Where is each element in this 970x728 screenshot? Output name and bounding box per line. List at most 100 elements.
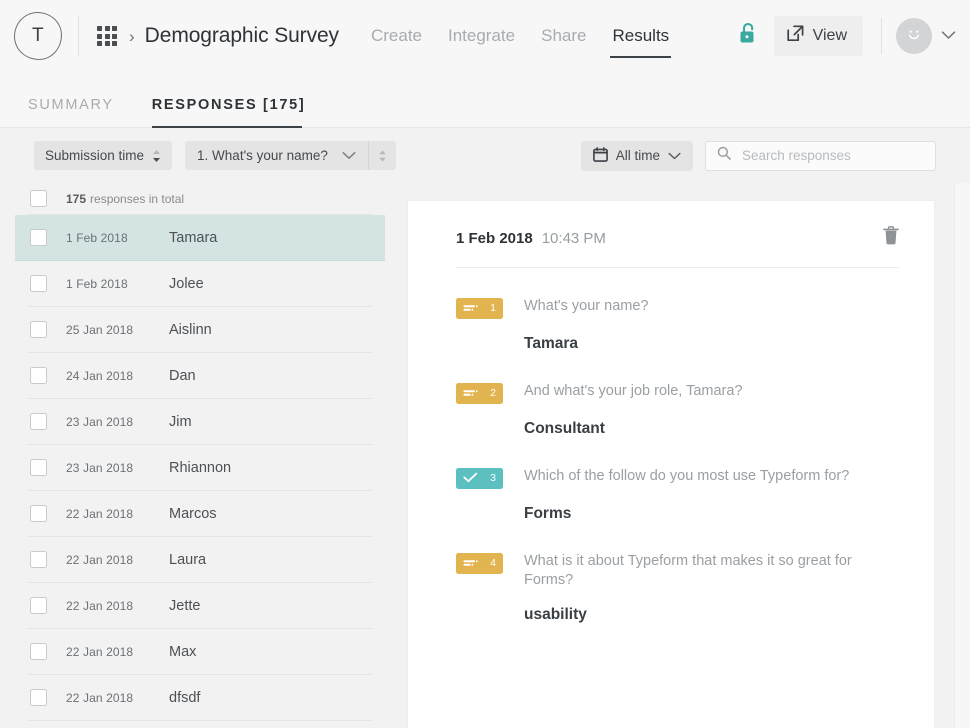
top-header-bar: T › Demographic Survey Create Integrate … — [0, 0, 970, 72]
row-checkbox[interactable] — [30, 367, 47, 384]
logo-letter: T — [32, 25, 44, 47]
trash-icon[interactable] — [883, 226, 899, 250]
question-badge-short-text: 2 — [456, 383, 503, 404]
short-text-icon — [463, 300, 478, 318]
response-detail-pane: 1 Feb 2018 10:43 PM 1 What's your name? … — [385, 183, 970, 728]
qa-question-row: 1 What's your name? — [456, 297, 899, 319]
row-checkbox[interactable] — [30, 505, 47, 522]
table-row[interactable]: 23 Jan 2018 Jim — [28, 399, 372, 445]
row-checkbox[interactable] — [30, 229, 47, 246]
filter-bar-right: All time — [580, 140, 936, 171]
question-number: 1 — [490, 302, 496, 315]
content-area: 175 responses in total 1 Feb 2018 Tamara… — [0, 183, 970, 728]
row-checkbox[interactable] — [30, 413, 47, 430]
row-date: 22 Jan 2018 — [66, 506, 134, 521]
search-icon — [717, 146, 731, 165]
row-name: Laura — [169, 551, 207, 568]
sort-pill-label: Submission time — [45, 148, 145, 163]
table-row[interactable]: 22 Jan 2018 Max — [28, 629, 372, 675]
row-date: 1 Feb 2018 — [66, 276, 128, 291]
short-text-icon — [463, 555, 478, 573]
avatar[interactable] — [896, 18, 932, 54]
sort-by-submission-time-pill[interactable]: Submission time — [34, 141, 173, 170]
row-checkbox[interactable] — [30, 597, 47, 614]
question-number: 4 — [490, 557, 496, 570]
qa-question-row: 2 And what's your job role, Tamara? — [456, 382, 899, 404]
answer-text: Consultant — [524, 420, 605, 437]
filter-bar: Submission time 1. What's your name? All… — [0, 128, 970, 183]
question-text: Which of the follow do you most use Type… — [524, 468, 850, 484]
chevron-down-icon — [668, 148, 681, 163]
answer-text: Forms — [524, 505, 572, 522]
total-count-label: responses in total — [90, 191, 185, 206]
question-filter-pill[interactable]: 1. What's your name? — [185, 141, 396, 170]
view-button-label: View — [812, 27, 847, 44]
question-text: What is it about Typeform that makes it … — [524, 553, 852, 588]
table-row[interactable]: 25 Jan 2018 Aislinn — [28, 307, 372, 353]
header-divider-right — [881, 18, 882, 54]
date-range-filter[interactable]: All time — [580, 140, 693, 171]
header-actions: View — [739, 16, 956, 56]
apps-grid-icon[interactable] — [97, 26, 117, 46]
table-row[interactable]: 1 Feb 2018 Jolee — [28, 261, 372, 307]
row-date: 22 Jan 2018 — [66, 552, 134, 567]
qa-item: 2 And what's your job role, Tamara? Cons… — [456, 382, 899, 438]
question-text: And what's your job role, Tamara? — [524, 383, 743, 399]
qa-item: 3 Which of the follow do you most use Ty… — [456, 467, 899, 523]
chevron-down-icon — [342, 151, 368, 160]
short-text-icon — [463, 385, 478, 403]
row-checkbox[interactable] — [30, 643, 47, 660]
question-badge-short-text: 1 — [456, 298, 503, 319]
row-checkbox[interactable] — [30, 459, 47, 476]
response-date: 1 Feb 2018 — [456, 229, 533, 247]
row-name: Rhiannon — [169, 459, 232, 476]
unlocked-padlock-icon[interactable] — [739, 22, 758, 50]
qa-item: 1 What's your name? Tamara — [456, 297, 899, 353]
results-tabs: SUMMARY RESPONSES [175] — [0, 72, 970, 128]
select-all-checkbox[interactable] — [30, 190, 47, 207]
table-row[interactable]: 22 Jan 2018 Jette — [28, 583, 372, 629]
response-detail-header: 1 Feb 2018 10:43 PM — [456, 226, 899, 268]
row-checkbox[interactable] — [30, 275, 47, 292]
row-date: 22 Jan 2018 — [66, 690, 134, 705]
row-checkbox[interactable] — [30, 551, 47, 568]
typeform-logo[interactable]: T — [13, 11, 63, 61]
row-date: 22 Jan 2018 — [66, 644, 134, 659]
table-row[interactable]: 23 Jan 2018 Rhiannon — [28, 445, 372, 491]
question-text: What's your name? — [524, 298, 649, 314]
qa-item: 4 What is it about Typeform that makes i… — [456, 552, 899, 624]
tab-responses[interactable]: RESPONSES [175] — [151, 97, 306, 128]
breadcrumb-chevron-right-icon: › — [129, 26, 135, 46]
page-scrollbar[interactable] — [954, 183, 970, 728]
table-row[interactable]: 22 Jan 2018 dfsdf — [28, 675, 372, 721]
row-checkbox[interactable] — [30, 689, 47, 706]
calendar-icon — [592, 146, 608, 165]
nav-item-results[interactable]: Results — [610, 0, 671, 72]
sort-arrows-icon — [152, 149, 161, 163]
row-checkbox[interactable] — [30, 321, 47, 338]
row-name: Aislinn — [169, 321, 212, 338]
nav-item-create[interactable]: Create — [371, 0, 422, 72]
stepper-arrows-icon[interactable] — [369, 149, 396, 163]
question-filter-label: 1. What's your name? — [197, 148, 328, 163]
row-name: Marcos — [169, 505, 217, 522]
row-name: Tamara — [169, 229, 218, 246]
table-row[interactable]: 22 Jan 2018 Marcos — [28, 491, 372, 537]
table-row[interactable]: 1 Feb 2018 Tamara — [15, 215, 385, 261]
view-button[interactable]: View — [773, 16, 863, 56]
table-row[interactable]: 22 Jan 2018 Laura — [28, 537, 372, 583]
search-responses-box[interactable] — [705, 140, 936, 171]
tab-summary[interactable]: SUMMARY — [28, 97, 114, 127]
responses-list-header: 175 responses in total — [28, 183, 372, 215]
smiley-face-icon — [903, 23, 925, 50]
table-row[interactable]: 24 Jan 2018 Dan — [28, 353, 372, 399]
total-count: 175 — [66, 191, 87, 206]
nav-item-integrate[interactable]: Integrate — [448, 0, 515, 72]
account-chevron-down-icon[interactable] — [941, 27, 956, 45]
row-name: Jolee — [169, 275, 204, 292]
responses-list-pane: 175 responses in total 1 Feb 2018 Tamara… — [0, 183, 385, 728]
question-number: 3 — [490, 472, 496, 485]
question-badge-short-text: 4 — [456, 553, 503, 574]
search-input[interactable] — [740, 147, 924, 164]
nav-item-share[interactable]: Share — [541, 0, 586, 72]
